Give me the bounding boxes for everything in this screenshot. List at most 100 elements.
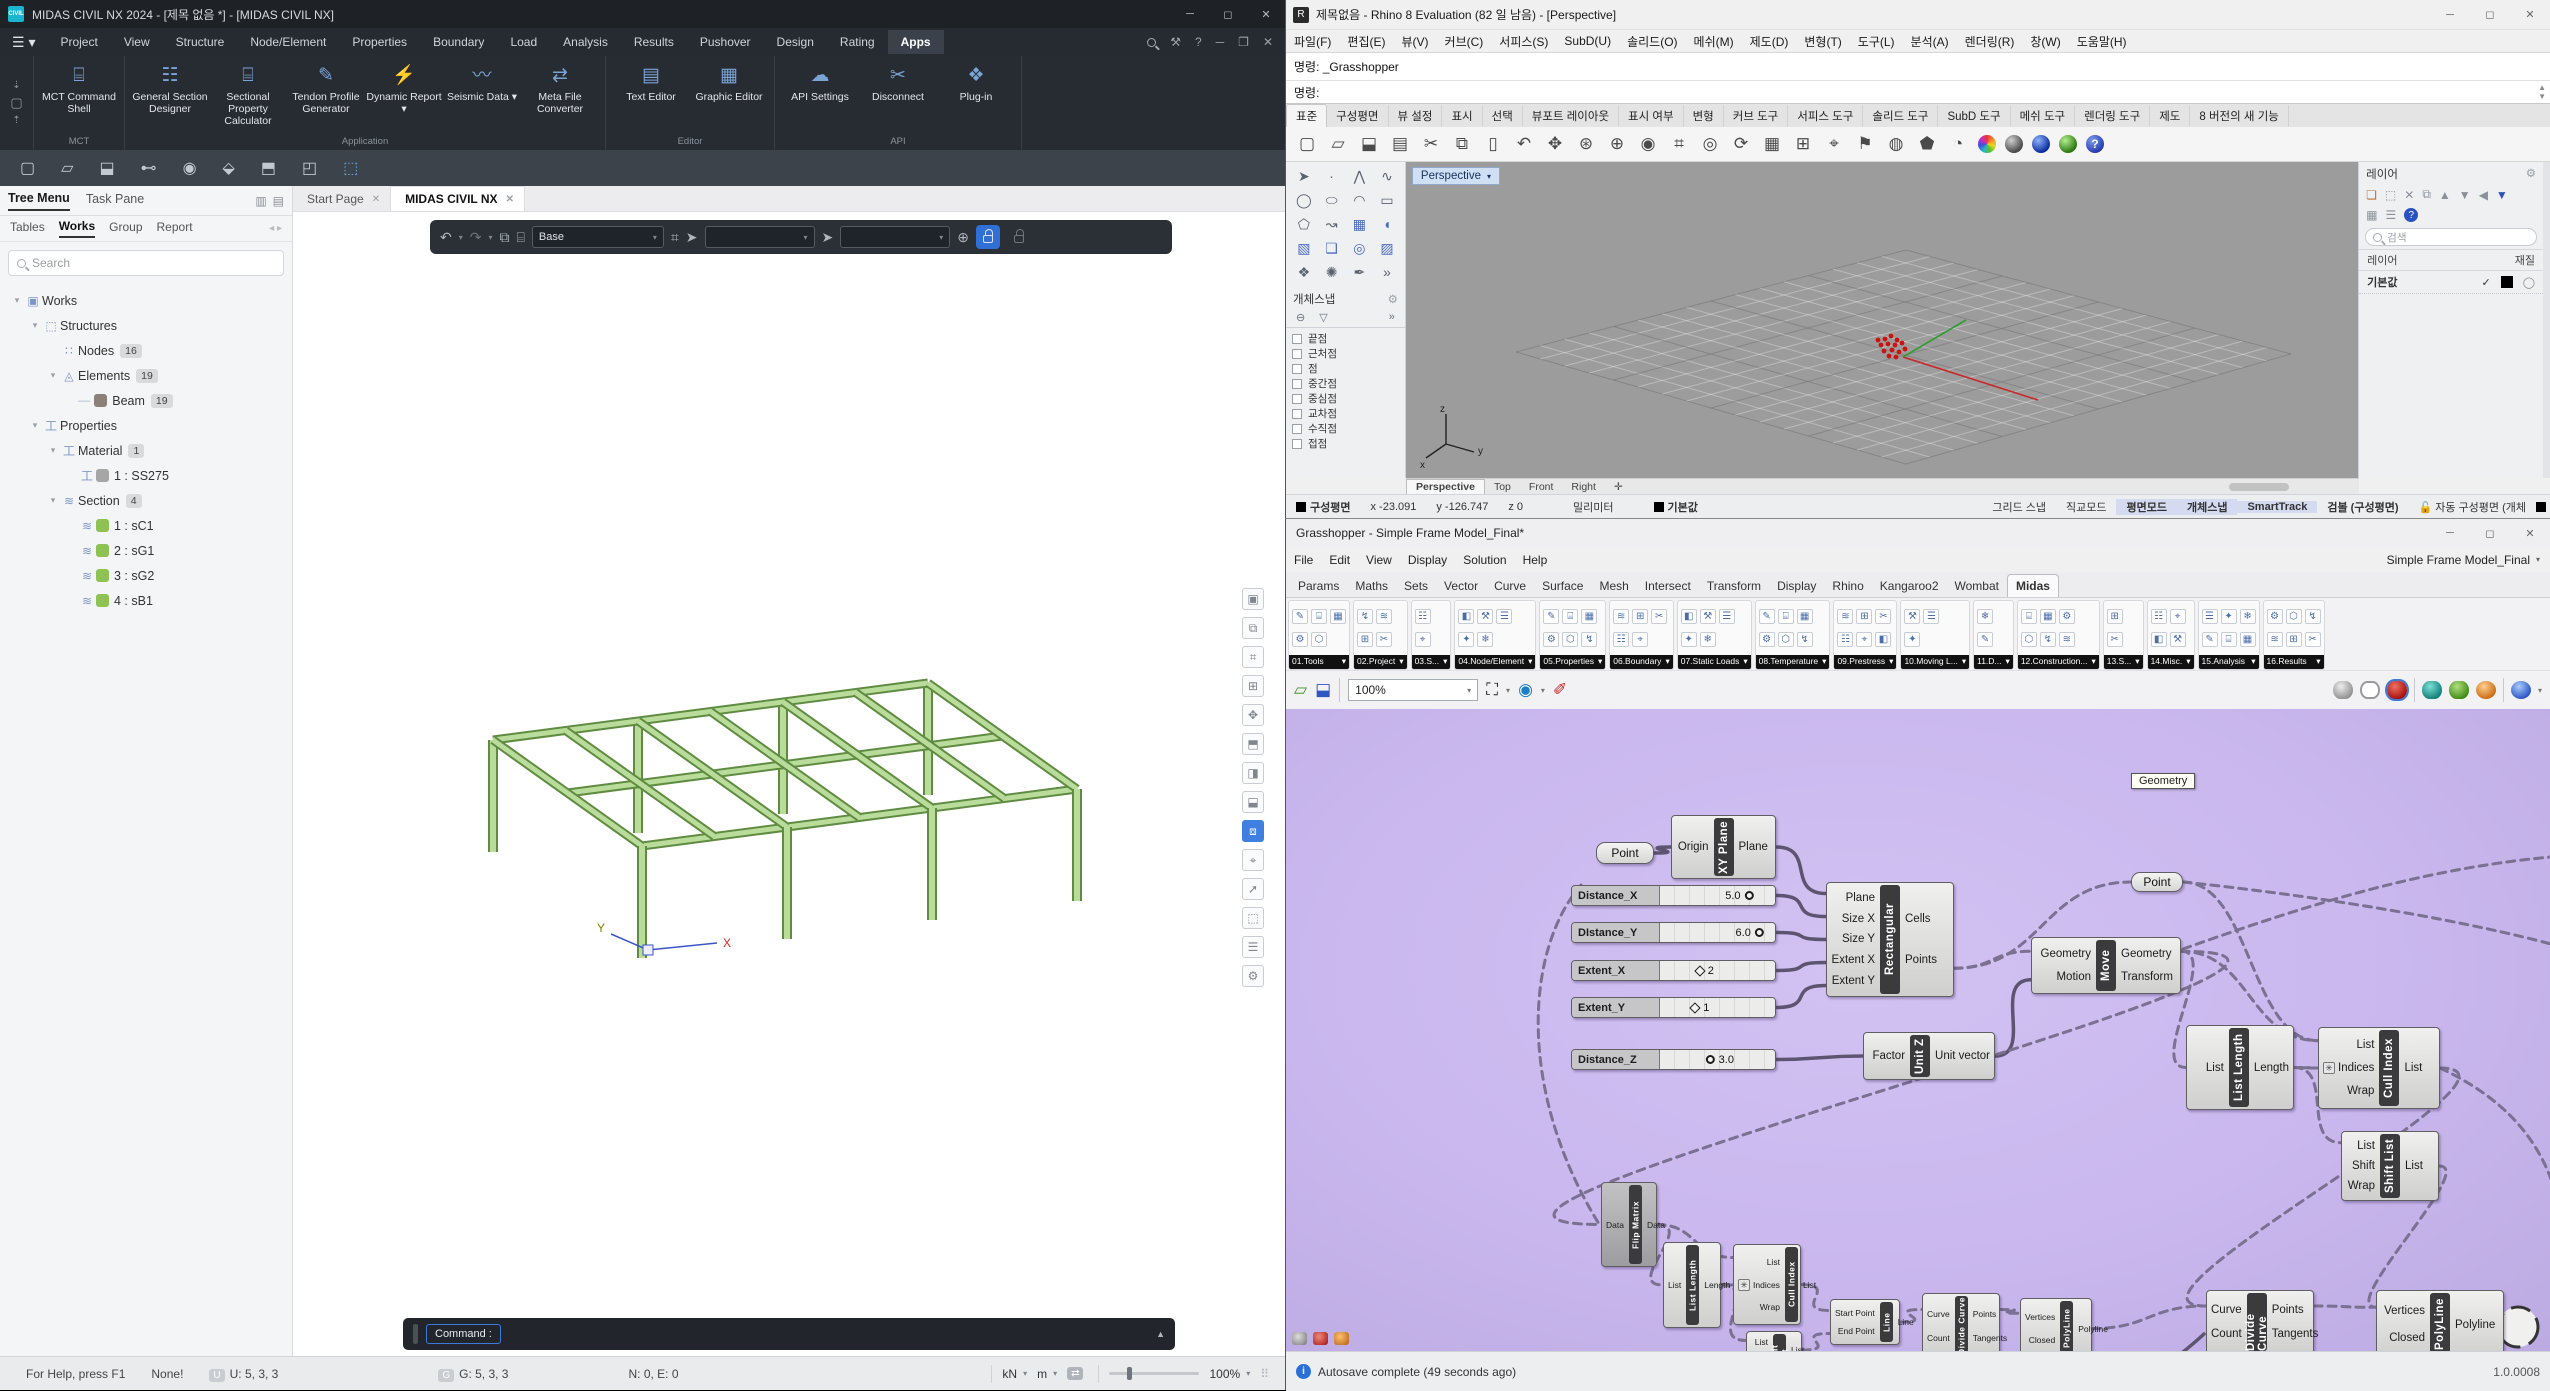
gh-node-div1[interactable]: CurveCountDivide CurvePointsTangents	[1922, 1293, 2000, 1351]
gh-component-icon[interactable]: ✂	[2305, 632, 2321, 647]
gh-menu-display[interactable]: Display	[1400, 553, 1455, 567]
gh-node-move[interactable]: GeometryMotionMoveGeometryTransform	[2031, 937, 2181, 994]
menu-rating[interactable]: Rating	[827, 30, 888, 54]
command-input[interactable]: Command :	[426, 1324, 501, 1344]
viewport-label[interactable]: Perspective▾	[1412, 167, 1500, 185]
minimize-button[interactable]: ─	[2430, 0, 2470, 30]
rhino-tool-icon-16[interactable]: ⊞	[1792, 134, 1814, 154]
tree-item-3-sg2[interactable]: ≋3 : sG2	[0, 563, 292, 588]
add-viewport-icon[interactable]: ✛	[1605, 480, 1632, 494]
palette-tool-icon-11[interactable]: ◖	[1373, 216, 1401, 233]
dock-subtab-report[interactable]: Report	[157, 220, 193, 237]
output-port-polyline[interactable]: Polyline	[2074, 1324, 2112, 1334]
slider-knob[interactable]	[1690, 1002, 1701, 1013]
rhino-toolbar-tab[interactable]: 서피스 도구	[1788, 105, 1863, 127]
slider-knob[interactable]	[1694, 965, 1705, 976]
gh-component-icon[interactable]: ⊞	[1632, 609, 1648, 624]
gh-tab-surface[interactable]: Surface	[1534, 575, 1591, 597]
redo-icon[interactable]: ↷	[470, 229, 482, 246]
gh-group-label[interactable]: 06.Boundary▾	[1610, 655, 1672, 669]
slider-track[interactable]: 2	[1660, 961, 1775, 980]
view-tool-icon-1[interactable]: ⧉	[1242, 617, 1264, 639]
menu-results[interactable]: Results	[621, 30, 687, 54]
gh-component-icon[interactable]: ⌖	[1415, 632, 1431, 647]
rhino-menu-H[interactable]: 도움말(H)	[2069, 33, 2135, 50]
close-button[interactable]: ✕	[2510, 0, 2550, 30]
osnap-checkbox[interactable]	[1292, 424, 1302, 434]
hamburger-menu-icon[interactable]: ☰ ▾	[0, 34, 47, 51]
layer-menu-icon[interactable]: ☰	[2386, 208, 2397, 222]
input-port-closed[interactable]: Closed	[2025, 1335, 2059, 1345]
unit-system-icon[interactable]: ⇄	[1067, 1367, 1083, 1380]
gh-component-icon[interactable]: ☷	[2151, 609, 2167, 624]
gh-tab-display[interactable]: Display	[1769, 575, 1824, 597]
component-name[interactable]: PolyLine	[2060, 1301, 2073, 1351]
rhino-tool-icon-3[interactable]: ▤	[1389, 134, 1411, 154]
rhino-menu-SubDU[interactable]: SubD(U)	[1556, 34, 1619, 48]
expander-icon[interactable]: ▾	[10, 295, 24, 306]
gh-component-icon[interactable]: ⊞	[2286, 632, 2302, 647]
gh-component-icon[interactable]: ≋	[2267, 632, 2283, 647]
float-panel-icon[interactable]: ❐	[1238, 35, 1249, 49]
gh-node-poly2[interactable]: VerticesClosedPolyLinePolyline	[2376, 1290, 2504, 1351]
rhino-menu-W[interactable]: 창(W)	[2022, 33, 2068, 50]
layout-columns-icon[interactable]: ▤	[273, 194, 284, 208]
gh-component-icon[interactable]: ◧	[1875, 632, 1891, 647]
output-port-data[interactable]: Data	[1643, 1220, 1669, 1230]
zoom-level-select[interactable]: 100%▾	[1209, 1367, 1250, 1381]
toggle-개체스냅[interactable]: 개체스냅	[2177, 499, 2237, 515]
help-icon[interactable]: ?	[1195, 35, 1202, 49]
gh-group-label[interactable]: 09.Prestress▾	[1834, 655, 1896, 669]
gh-component-icon[interactable]: ✦	[2221, 609, 2237, 624]
gh-component-icon[interactable]: ☰	[1923, 609, 1939, 624]
layer-color-swatch[interactable]	[2501, 276, 2513, 288]
gh-component-icon[interactable]: ⚙	[1759, 632, 1775, 647]
ribbon-button-seismic-data[interactable]: 〰Seismic Data ▾	[443, 60, 521, 134]
gh-component-icon[interactable]: ≋	[2059, 632, 2075, 647]
input-port-factor[interactable]: Factor	[1868, 1050, 1909, 1062]
settings-icon[interactable]: ⚒	[1170, 35, 1181, 49]
gh-component-icon[interactable]: ⌖	[1632, 632, 1648, 647]
collapse-command-icon[interactable]: ▲	[1156, 1329, 1165, 1339]
component-name[interactable]: Rectangular	[1880, 885, 1900, 994]
input-port-wrap[interactable]: Wrap	[2343, 1085, 2378, 1097]
panel-tab-strip[interactable]	[2543, 162, 2550, 478]
output-port-geometry[interactable]: Geometry	[2117, 948, 2176, 960]
gh-node-len2[interactable]: ListList LengthLength	[1663, 1242, 1721, 1328]
gh-node-poly1[interactable]: VerticesClosedPolyLinePolyline	[2020, 1298, 2092, 1351]
input-port-start-point[interactable]: Start Point	[1831, 1308, 1879, 1318]
view-tool-icon-3[interactable]: ⊞	[1242, 675, 1264, 697]
rhino-toolbar-tab[interactable]: 제도	[2150, 105, 2190, 127]
rhino-tool-icon-7[interactable]: ↶	[1513, 134, 1535, 154]
input-port-indices[interactable]: ✳Indices	[1734, 1279, 1784, 1291]
gh-component-icon[interactable]: ≋	[1376, 609, 1392, 624]
gh-component-icon[interactable]: ⬡	[1311, 632, 1327, 647]
rhino-menu-A[interactable]: 분석(A)	[1903, 33, 1957, 50]
gh-component-icon[interactable]: ↯	[1797, 632, 1813, 647]
gh-tab-wombat[interactable]: Wombat	[1947, 575, 2007, 597]
input-port-vertices[interactable]: Vertices	[2021, 1312, 2059, 1322]
wireframe-preview-icon[interactable]	[2360, 681, 2380, 699]
gh-component-icon[interactable]: ⊞	[1856, 609, 1872, 624]
gh-component-icon[interactable]: ◧	[1458, 609, 1474, 624]
rhino-tool-icon-1[interactable]: ▱	[1327, 134, 1349, 154]
rhino-menu-D[interactable]: 제도(D)	[1742, 33, 1797, 50]
menu-apps[interactable]: Apps	[888, 30, 944, 54]
zoom-slider[interactable]	[1109, 1372, 1199, 1375]
slider-track[interactable]: 5.0	[1660, 886, 1775, 905]
tree-item-material[interactable]: ▾工Material1	[0, 438, 292, 463]
component-name[interactable]: Move	[2096, 940, 2116, 991]
rhino-toolbar-tab[interactable]: 구성평면	[1327, 105, 1388, 127]
gh-group-label[interactable]: 11.D...▾	[1974, 655, 2013, 669]
palette-tool-icon-2[interactable]: ⋀	[1345, 168, 1373, 185]
toggle-그리드스냅[interactable]: 그리드 스냅	[1982, 499, 2056, 515]
gh-component-icon[interactable]: ⚒	[1700, 609, 1716, 624]
layer-row[interactable]: 기본값✓◯	[2359, 271, 2543, 294]
input-port-size-y[interactable]: Size Y	[1838, 933, 1879, 945]
rhino-tool-icon-15[interactable]: ▦	[1761, 134, 1783, 154]
gh-tab-transform[interactable]: Transform	[1699, 575, 1769, 597]
gh-component-icon[interactable]: ✎	[2202, 632, 2218, 647]
gh-component-icon[interactable]: ☰	[1496, 609, 1512, 624]
rhino-tool-icon-8[interactable]: ✥	[1544, 134, 1566, 154]
gh-component-icon[interactable]: ⚒	[2170, 632, 2186, 647]
